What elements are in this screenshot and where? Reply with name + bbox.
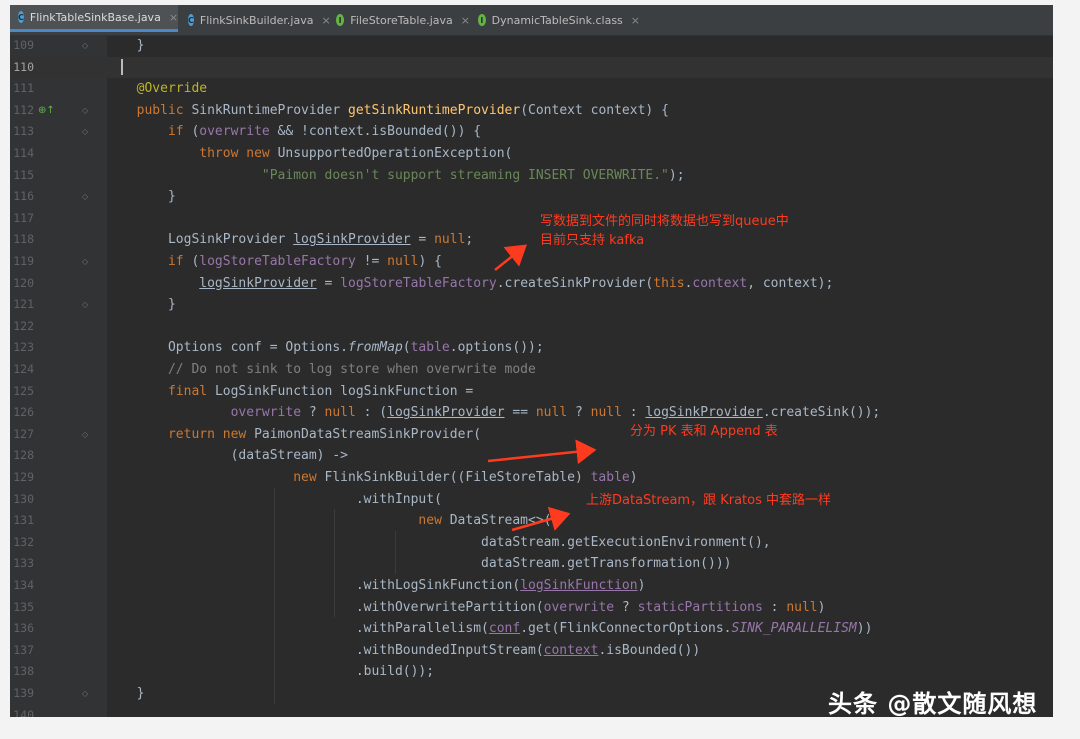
arrow-icon [511, 506, 571, 532]
watermark: 头条 @散文随风想 [828, 690, 1038, 718]
annotation-arrows [487, 244, 597, 532]
arrow-icon [487, 439, 597, 465]
arrow-icon [494, 244, 527, 271]
